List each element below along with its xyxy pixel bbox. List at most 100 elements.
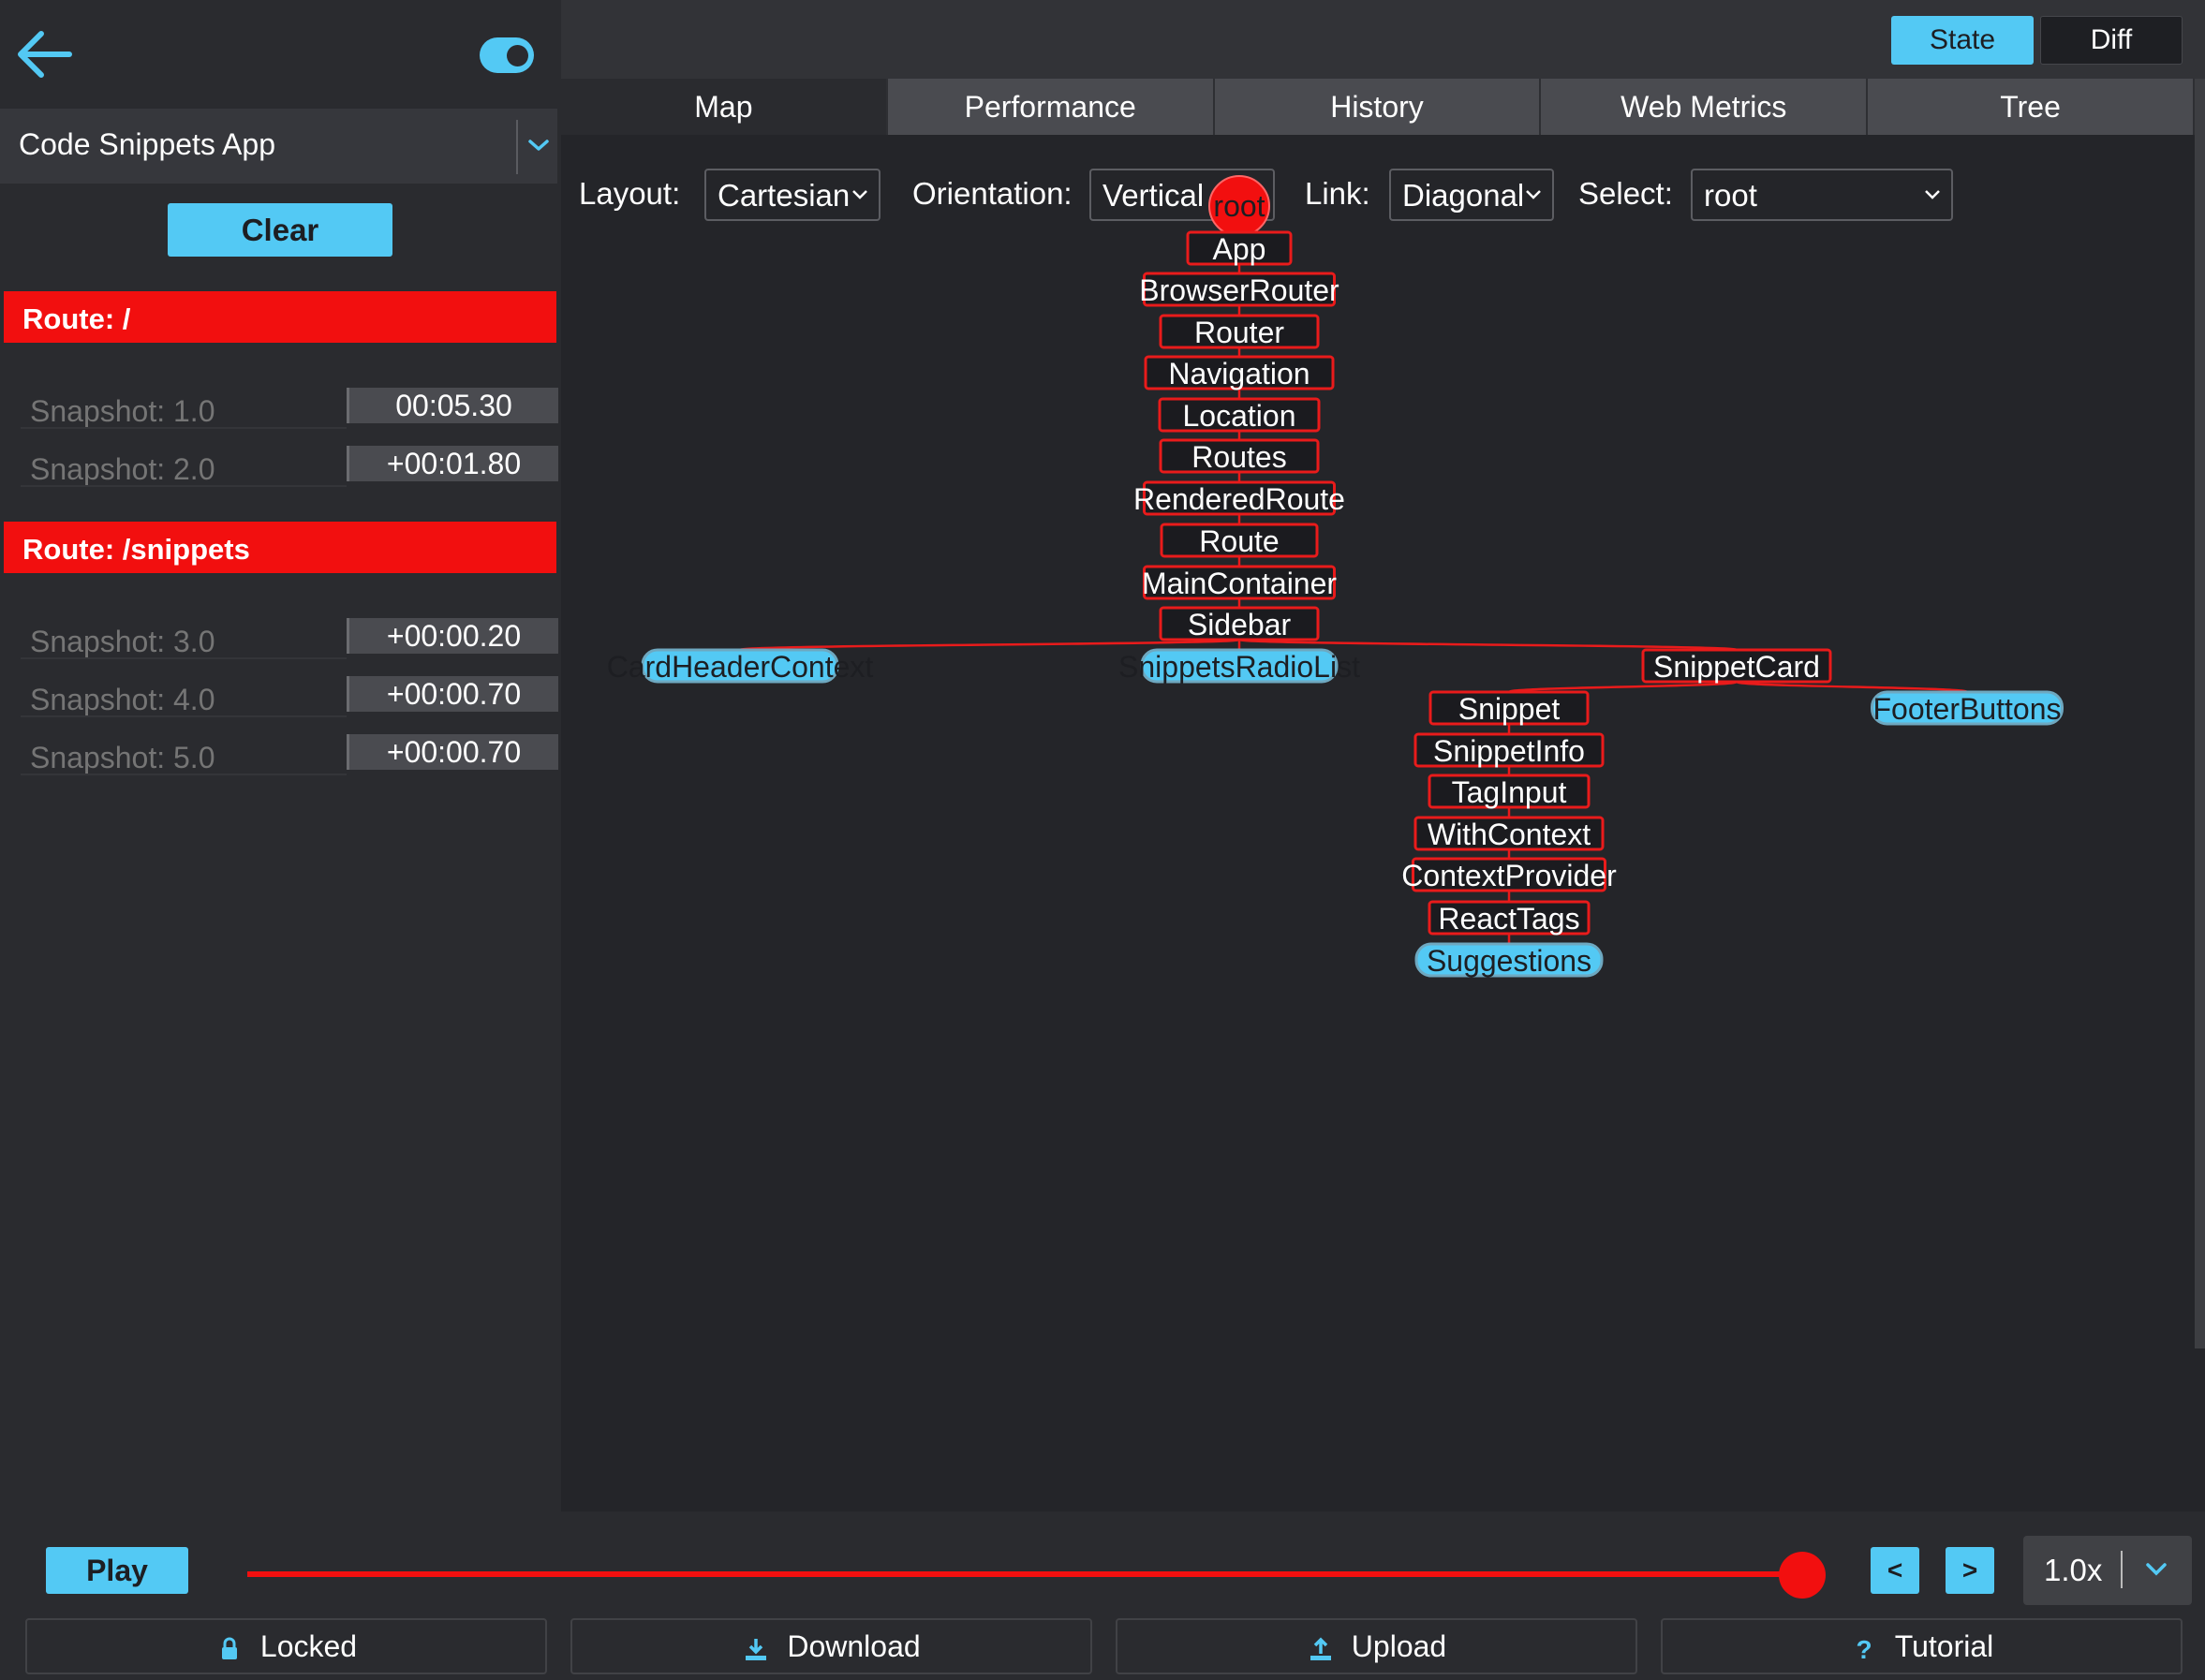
tutorial-label: Tutorial bbox=[1894, 1629, 1994, 1663]
app-name: Code Snippets App bbox=[19, 127, 275, 161]
upload-label: Upload bbox=[1351, 1629, 1447, 1663]
tree-node-label: RenderedRoute bbox=[1133, 482, 1345, 516]
tree-node[interactable]: Route bbox=[1160, 523, 1319, 558]
snapshot-time[interactable]: +00:00.70 bbox=[347, 734, 558, 770]
tree-node-label: FooterButtons bbox=[1873, 692, 2062, 726]
scrollbar[interactable] bbox=[2195, 79, 2205, 1348]
tab-history[interactable]: History bbox=[1214, 79, 1542, 135]
tree-node[interactable]: CardHeaderContext bbox=[607, 648, 874, 684]
snapshot-time[interactable]: 00:05.30 bbox=[347, 388, 558, 423]
snapshot-time[interactable]: +00:01.80 bbox=[347, 446, 558, 481]
tab-map[interactable]: Map bbox=[561, 79, 888, 135]
tree-node[interactable]: Router bbox=[1159, 314, 1320, 349]
download-button[interactable]: Download bbox=[570, 1618, 1092, 1674]
tree-node[interactable]: Routes bbox=[1159, 438, 1320, 474]
snapshot-label: Snapshot: 3.0 bbox=[30, 625, 215, 658]
route-header: Route: /snippets bbox=[4, 522, 556, 573]
snapshot-label: Snapshot: 5.0 bbox=[30, 741, 215, 774]
tree-node[interactable]: MainContainer bbox=[1142, 565, 1337, 600]
tree-node[interactable]: App bbox=[1186, 230, 1293, 266]
download-label: Download bbox=[787, 1629, 921, 1663]
tree-link bbox=[1237, 638, 1739, 652]
previous-button[interactable]: < bbox=[1871, 1547, 1919, 1594]
tree-node-label: Navigation bbox=[1168, 357, 1310, 391]
speed-value: 1.0x bbox=[2044, 1553, 2103, 1587]
tree-node[interactable]: FooterButtons bbox=[1871, 690, 2064, 726]
tree-node[interactable]: Navigation bbox=[1144, 355, 1335, 391]
tree-node[interactable]: BrowserRouter bbox=[1139, 272, 1339, 307]
upload-icon bbox=[1310, 1637, 1331, 1660]
app-selector[interactable]: Code Snippets App bbox=[0, 109, 557, 184]
theme-toggle[interactable] bbox=[480, 37, 534, 73]
tree-node[interactable]: Location bbox=[1158, 397, 1321, 433]
tree-node[interactable]: Suggestions bbox=[1414, 942, 1604, 978]
tree-node-label: SnippetInfo bbox=[1433, 734, 1585, 768]
snapshot-label: Snapshot: 2.0 bbox=[30, 452, 215, 486]
tree-node[interactable]: Sidebar bbox=[1159, 606, 1320, 641]
tree-node-label: root bbox=[1213, 189, 1265, 223]
speed-select[interactable]: 1.0x bbox=[2023, 1536, 2192, 1605]
tree-node[interactable]: SnippetCard bbox=[1641, 648, 1832, 684]
tree-node-label: ReactTags bbox=[1438, 902, 1579, 936]
tree-node[interactable]: Snippet bbox=[1428, 690, 1590, 726]
chevron-down-icon bbox=[2146, 1563, 2167, 1576]
snapshot-time[interactable]: +00:00.20 bbox=[347, 618, 558, 654]
tree-node-label: SnippetCard bbox=[1653, 650, 1820, 684]
tree-node-label: Router bbox=[1194, 316, 1284, 349]
download-icon bbox=[746, 1638, 767, 1660]
tree-node-label: Route bbox=[1199, 524, 1279, 558]
tree-link bbox=[738, 638, 1241, 652]
snapshot-label: Snapshot: 1.0 bbox=[30, 394, 215, 428]
snapshot-time[interactable]: +00:00.70 bbox=[347, 676, 558, 712]
tree-node-root[interactable]: root bbox=[1208, 175, 1270, 237]
tree-node-label: ContextProvider bbox=[1401, 859, 1617, 892]
next-button[interactable]: > bbox=[1946, 1547, 1994, 1594]
tab-web-metrics[interactable]: Web Metrics bbox=[1541, 79, 1869, 135]
slider-thumb[interactable] bbox=[1779, 1552, 1826, 1599]
tree-node-label: Routes bbox=[1191, 440, 1286, 474]
tree-node-label: MainContainer bbox=[1142, 567, 1337, 600]
tutorial-button[interactable]: ? Tutorial bbox=[1661, 1618, 2183, 1674]
tree-node-label: Snippet bbox=[1458, 692, 1561, 726]
snapshot-row[interactable]: Snapshot: 1.0 00:05.30 bbox=[21, 388, 558, 431]
upload-button[interactable]: Upload bbox=[1116, 1618, 1637, 1674]
component-map: Layout: Cartesian Orientation: Vertical … bbox=[561, 135, 2195, 1511]
snapshot-row[interactable]: Snapshot: 4.0 +00:00.70 bbox=[21, 676, 558, 719]
snapshot-label: Snapshot: 4.0 bbox=[30, 683, 215, 716]
tree-node[interactable]: SnippetInfo bbox=[1413, 732, 1605, 768]
back-arrow-icon[interactable] bbox=[13, 24, 77, 84]
snapshot-row[interactable]: Snapshot: 2.0 +00:01.80 bbox=[21, 446, 558, 489]
locked-label: Locked bbox=[259, 1629, 358, 1663]
timeline-slider[interactable] bbox=[247, 1571, 1802, 1577]
state-button[interactable]: State bbox=[1891, 16, 2034, 65]
tree-node[interactable]: RenderedRoute bbox=[1133, 480, 1345, 516]
tree-node-label: WithContext bbox=[1428, 818, 1591, 851]
tab-performance[interactable]: Performance bbox=[887, 79, 1215, 135]
route-header: Route: / bbox=[4, 291, 556, 343]
locked-button[interactable]: Locked bbox=[25, 1618, 547, 1674]
tab-tree[interactable]: Tree bbox=[1868, 79, 2195, 135]
tree-node[interactable]: ReactTags bbox=[1428, 900, 1591, 936]
tab-bar: Map Performance History Web Metrics Tree bbox=[561, 79, 2195, 135]
tree-node-label: CardHeaderContext bbox=[607, 650, 874, 684]
tree-node-label: SnippetsRadioList bbox=[1118, 650, 1360, 684]
tree-node-label: TagInput bbox=[1452, 775, 1567, 809]
tree-node[interactable]: ContextProvider bbox=[1401, 857, 1617, 892]
diff-button[interactable]: Diff bbox=[2040, 16, 2183, 65]
tree-node-label: Location bbox=[1183, 399, 1296, 433]
tree-node[interactable]: SnippetsRadioList bbox=[1118, 648, 1360, 684]
help-icon: ? bbox=[1856, 1635, 1872, 1663]
play-button[interactable]: Play bbox=[46, 1547, 188, 1594]
tree-node-label: App bbox=[1213, 232, 1266, 266]
tree-node-label: Sidebar bbox=[1188, 608, 1292, 641]
snapshot-row[interactable]: Snapshot: 3.0 +00:00.20 bbox=[21, 618, 558, 661]
tree-node[interactable]: TagInput bbox=[1428, 774, 1591, 809]
sidebar-panel: Code Snippets App Clear Route: / Snapsho… bbox=[0, 0, 561, 1511]
tree-node-label: Suggestions bbox=[1427, 944, 1591, 978]
snapshot-row[interactable]: Snapshot: 5.0 +00:00.70 bbox=[21, 734, 558, 777]
clear-button[interactable]: Clear bbox=[168, 203, 392, 257]
lock-icon bbox=[221, 1637, 237, 1659]
tree-node[interactable]: WithContext bbox=[1413, 816, 1605, 851]
tree-node-label: BrowserRouter bbox=[1139, 273, 1339, 307]
chevron-down-icon[interactable] bbox=[523, 125, 555, 163]
